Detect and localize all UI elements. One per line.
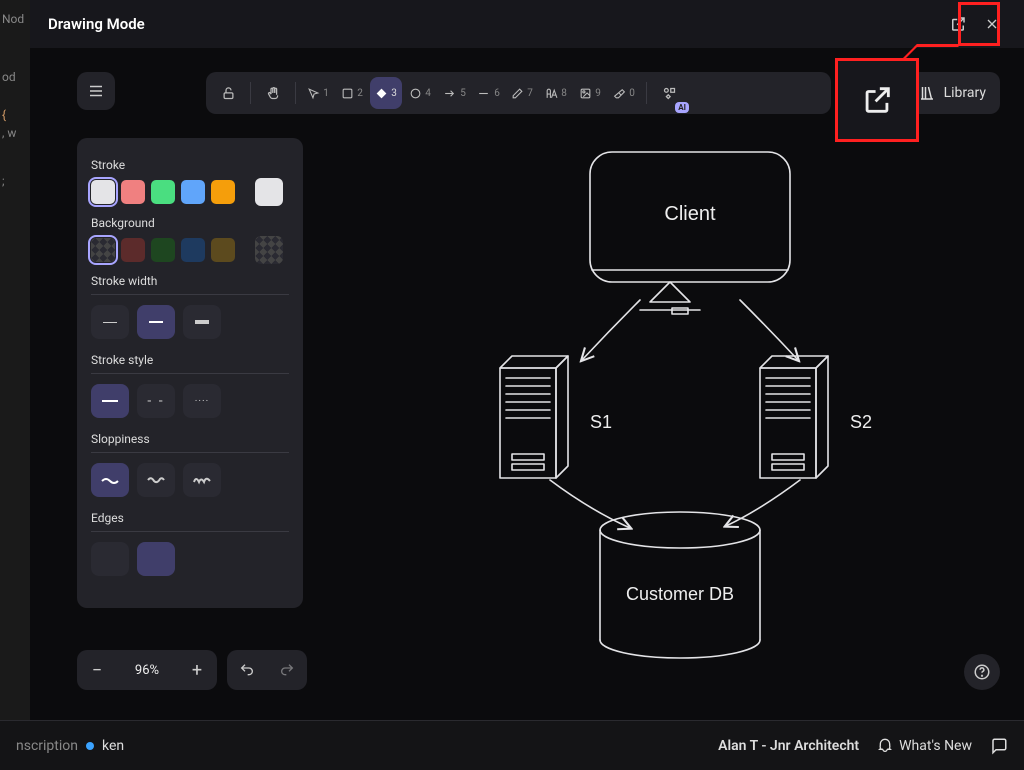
bg-color-4[interactable] [181, 238, 205, 262]
tool-lock[interactable] [212, 77, 244, 109]
bg-color-current[interactable] [255, 236, 283, 264]
stroke-color-current[interactable] [255, 178, 283, 206]
bg-color-transparent[interactable] [91, 238, 115, 262]
bg-color-2[interactable] [121, 238, 145, 262]
stroke-style-label: Stroke style [91, 353, 289, 367]
editor-gutter: Nod od { , w ; [0, 0, 30, 770]
tool-image[interactable]: 9 [574, 77, 606, 109]
sloppiness-label: Sloppiness [91, 432, 289, 446]
stroke-style-dotted[interactable]: ···· [183, 384, 221, 418]
tool-shapes-ai[interactable]: AI [653, 77, 685, 109]
stroke-width-label: Stroke width [91, 274, 289, 288]
library-label: Library [944, 85, 986, 101]
edges-label: Edges [91, 511, 289, 525]
stroke-width-thin[interactable] [91, 305, 129, 339]
sloppiness-cartoonist[interactable] [183, 463, 221, 497]
zoom-out-button[interactable]: − [77, 650, 117, 690]
sloppiness-artist[interactable] [137, 463, 175, 497]
stroke-color-1[interactable] [91, 180, 115, 204]
svg-text:S2: S2 [850, 412, 872, 432]
canvas[interactable]: Client S1 S2 [320, 130, 980, 690]
close-icon[interactable] [978, 10, 1006, 38]
stroke-color-5[interactable] [211, 180, 235, 204]
stroke-width-thick[interactable] [183, 305, 221, 339]
redo-button[interactable] [267, 650, 307, 690]
tool-text[interactable]: 8 [540, 77, 572, 109]
stroke-label: Stroke [91, 158, 289, 172]
tool-ellipse[interactable]: 4 [404, 77, 436, 109]
modal-header: Drawing Mode [30, 0, 1024, 48]
status-prefix: nscription [16, 738, 78, 754]
tool-rectangle[interactable]: 2 [336, 77, 368, 109]
undo-button[interactable] [227, 650, 267, 690]
modal-title: Drawing Mode [48, 15, 145, 33]
stroke-style-solid[interactable] [91, 384, 129, 418]
stroke-width-med[interactable] [137, 305, 175, 339]
bg-color-5[interactable] [211, 238, 235, 262]
stroke-color-4[interactable] [181, 180, 205, 204]
status-name: ken [102, 738, 124, 754]
status-dot-icon [86, 742, 94, 750]
tool-pointer[interactable]: 1 [302, 77, 334, 109]
svg-text:Customer DB: Customer DB [626, 584, 734, 604]
background-label: Background [91, 216, 289, 230]
current-user: Alan T - Jnr Architecht [718, 738, 859, 754]
zoom-value[interactable]: 96% [117, 663, 177, 678]
svg-text:S1: S1 [590, 412, 612, 432]
whats-new-button[interactable]: What's New [877, 738, 972, 754]
highlight-popout-large [835, 58, 919, 142]
style-panel: Stroke Background Stroke width [77, 138, 303, 608]
tool-line[interactable]: 6 [472, 77, 504, 109]
edges-round[interactable] [137, 542, 175, 576]
tool-arrow[interactable]: 5 [438, 77, 470, 109]
stroke-style-dashed[interactable]: - - [137, 384, 175, 418]
zoom-in-button[interactable]: + [177, 650, 217, 690]
sloppiness-architect[interactable] [91, 463, 129, 497]
status-bar: nscription ken Alan T - Jnr Architecht W… [0, 720, 1024, 770]
edges-sharp[interactable] [91, 542, 129, 576]
popout-icon[interactable] [944, 10, 972, 38]
zoom-controls: − 96% + [77, 650, 307, 690]
bg-color-3[interactable] [151, 238, 175, 262]
drawing-modal: Drawing Mode 1 2 [30, 0, 1024, 720]
stroke-color-3[interactable] [151, 180, 175, 204]
svg-text:Client: Client [664, 203, 716, 225]
tool-pencil[interactable]: 7 [506, 77, 538, 109]
tool-diamond[interactable]: 3 [370, 77, 402, 109]
menu-button[interactable] [77, 72, 115, 110]
stroke-color-2[interactable] [121, 180, 145, 204]
tool-hand[interactable] [257, 77, 289, 109]
tool-eraser[interactable]: 0 [608, 77, 640, 109]
toolbar: 1 2 3 4 5 6 7 8 [206, 72, 831, 114]
chat-button[interactable] [990, 737, 1008, 755]
